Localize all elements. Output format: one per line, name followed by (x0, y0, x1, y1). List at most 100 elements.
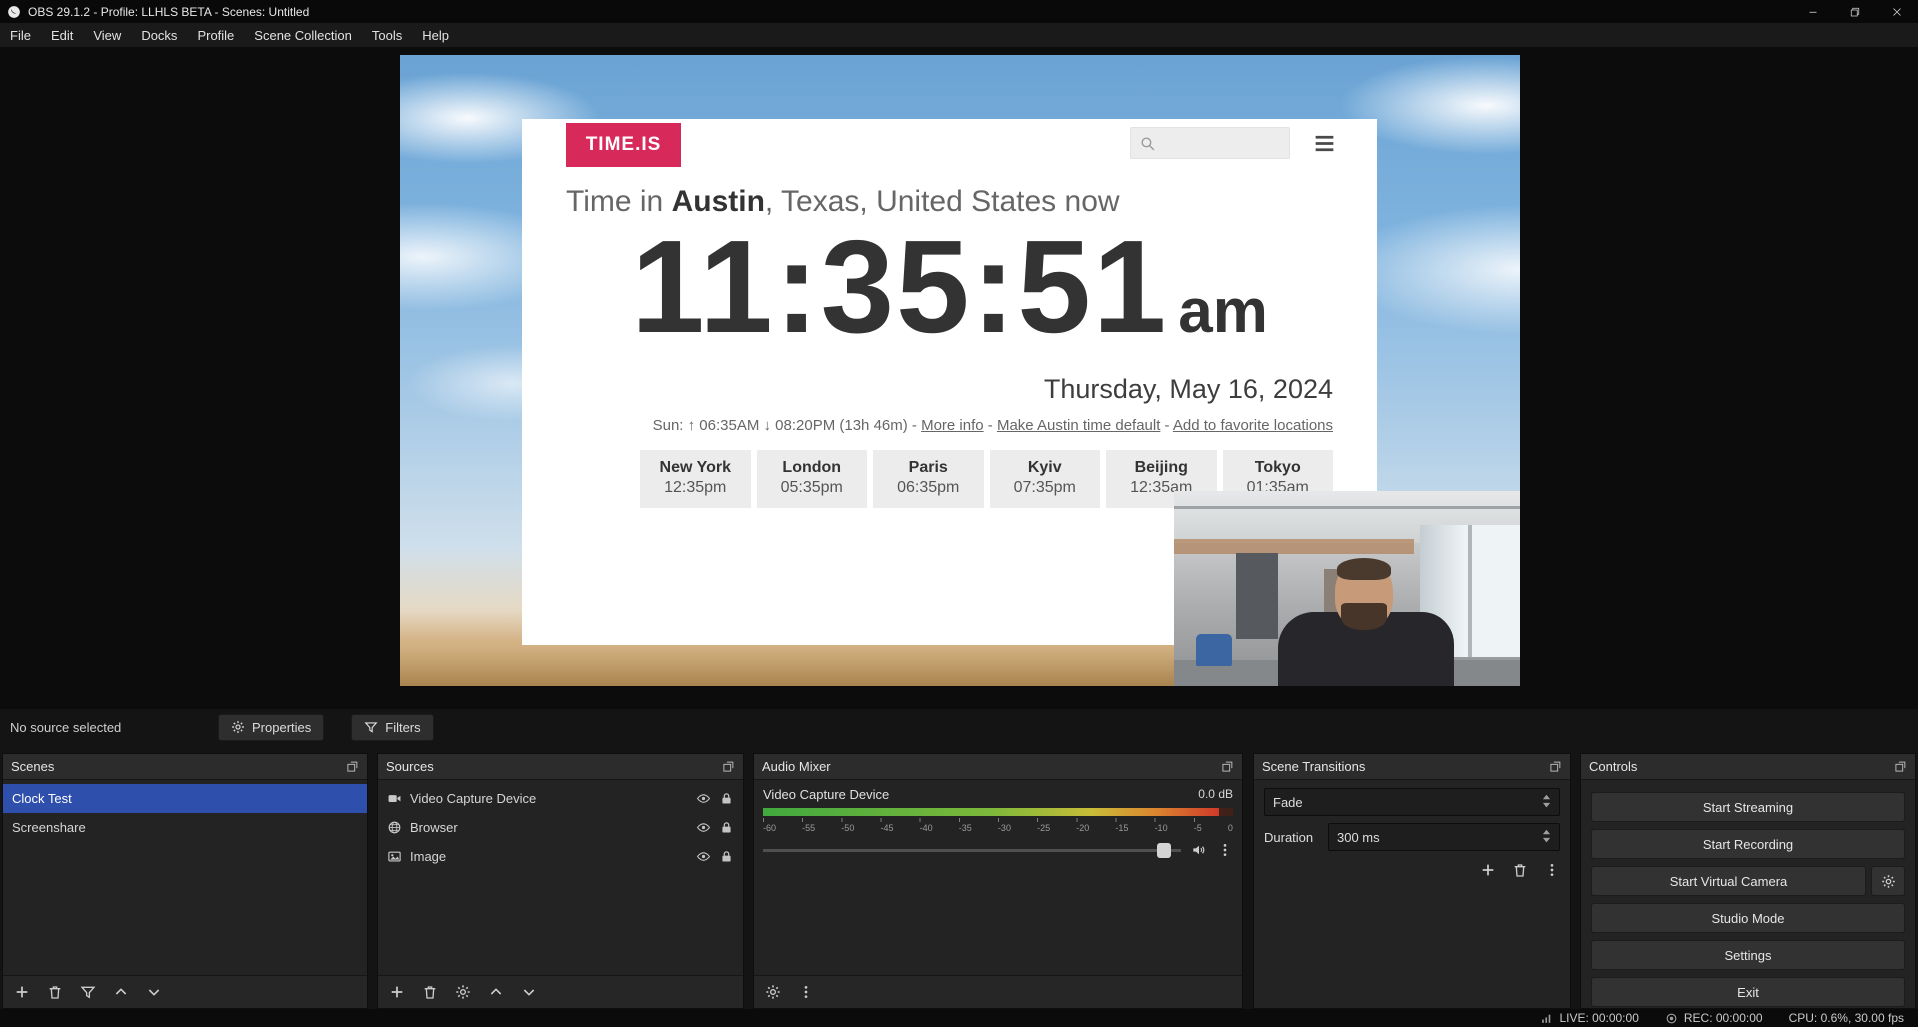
spinner-arrows-icon (1542, 793, 1551, 811)
lock-toggle-icon[interactable] (719, 849, 734, 864)
search-input (1130, 127, 1290, 159)
record-status-icon (1665, 1012, 1678, 1025)
dock-popout-icon[interactable] (722, 760, 735, 773)
transition-select[interactable]: Fade (1264, 788, 1560, 816)
city-box-new-york: New York12:35pm (640, 450, 751, 508)
menu-tools[interactable]: Tools (362, 23, 412, 47)
dock-popout-icon[interactable] (346, 760, 359, 773)
dock-popout-icon[interactable] (1221, 760, 1234, 773)
remove-transition-button[interactable] (1512, 862, 1528, 878)
add-scene-button[interactable] (14, 984, 30, 1000)
visibility-toggle-eye-icon[interactable] (696, 849, 711, 864)
start-recording-button[interactable]: Start Recording (1591, 829, 1905, 859)
studio-mode-button[interactable]: Studio Mode (1591, 903, 1905, 933)
remove-source-button[interactable] (422, 984, 438, 1000)
scene-transitions-dock-header[interactable]: Scene Transitions (1254, 754, 1570, 780)
exit-button[interactable]: Exit (1591, 977, 1905, 1007)
current-date: Thursday, May 16, 2024 (1044, 374, 1333, 405)
filter-icon (364, 720, 378, 734)
virtual-camera-config-gear-icon[interactable] (1871, 866, 1905, 896)
controls-dock-header[interactable]: Controls (1581, 754, 1915, 780)
webcam-person (1278, 534, 1454, 686)
dock-popout-icon[interactable] (1894, 760, 1907, 773)
window-controls (1792, 0, 1918, 23)
menu-view[interactable]: View (83, 23, 131, 47)
webcam-person-head (1335, 560, 1393, 628)
scenes-dock-header[interactable]: Scenes (3, 754, 367, 780)
move-scene-up-button[interactable] (113, 984, 129, 1000)
audio-level-meter-fill (763, 808, 1219, 816)
properties-button[interactable]: Properties (218, 714, 324, 741)
globe-icon (387, 820, 402, 835)
settings-button[interactable]: Settings (1591, 940, 1905, 970)
source-properties-gear-icon[interactable] (455, 984, 471, 1000)
visibility-toggle-eye-icon[interactable] (696, 820, 711, 835)
menu-help[interactable]: Help (412, 23, 459, 47)
lock-toggle-icon[interactable] (719, 791, 734, 806)
title-bar[interactable]: OBS 29.1.2 - Profile: LLHLS BETA - Scene… (0, 0, 1918, 23)
channel-options-kebab-icon[interactable] (1217, 842, 1233, 858)
speaker-icon[interactable] (1191, 842, 1207, 858)
source-item-image[interactable]: Image (378, 842, 743, 871)
mixer-options-kebab-icon[interactable] (798, 984, 814, 1000)
menu-scene-collection[interactable]: Scene Collection (244, 23, 362, 47)
mixer-channel: Video Capture Device 0.0 dB -60-55-50-45… (754, 780, 1242, 858)
menu-docks[interactable]: Docks (131, 23, 187, 47)
menu-edit[interactable]: Edit (41, 23, 83, 47)
scene-item-clock-test[interactable]: Clock Test (3, 784, 367, 813)
mixer-toolbar (754, 975, 1242, 1008)
dock-popout-icon[interactable] (1549, 760, 1562, 773)
start-virtual-camera-button[interactable]: Start Virtual Camera (1591, 866, 1866, 896)
audio-mixer-dock: Audio Mixer Video Capture Device 0.0 dB … (753, 753, 1243, 1009)
filters-button[interactable]: Filters (351, 714, 433, 741)
sources-dock: Sources Video Capture Device Browser Ima… (377, 753, 744, 1009)
meridiem: am (1178, 277, 1268, 346)
scene-filters-button[interactable] (80, 984, 96, 1000)
close-button[interactable] (1876, 0, 1918, 23)
visibility-toggle-eye-icon[interactable] (696, 791, 711, 806)
volume-slider-handle[interactable] (1157, 843, 1171, 858)
controls-dock: Controls Start Streaming Start Recording… (1580, 753, 1916, 1009)
start-streaming-button[interactable]: Start Streaming (1591, 792, 1905, 822)
webcam-overlay (1174, 491, 1520, 686)
webcam-chair (1196, 634, 1232, 666)
preview-canvas[interactable]: TIME.IS Time in Austin, Texas, United St… (0, 47, 1918, 709)
minimize-button[interactable] (1792, 0, 1834, 23)
more-info-link: More info (921, 417, 984, 434)
move-source-down-button[interactable] (521, 984, 537, 1000)
scene-transitions-dock-title: Scene Transitions (1262, 759, 1365, 774)
source-item-browser[interactable]: Browser (378, 813, 743, 842)
scene-transitions-dock: Scene Transitions Fade Duration 300 ms (1253, 753, 1571, 1009)
add-transition-button[interactable] (1480, 862, 1496, 878)
webcam-person-beard (1341, 603, 1387, 630)
status-bar: LIVE: 00:00:00 REC: 00:00:00 CPU: 0.6%, … (0, 1009, 1918, 1027)
audio-mixer-dock-header[interactable]: Audio Mixer (754, 754, 1242, 780)
scenes-list: Clock Test Screenshare (3, 780, 367, 842)
make-default-link: Make Austin time default (997, 417, 1160, 434)
move-scene-down-button[interactable] (146, 984, 162, 1000)
transition-options-kebab-icon[interactable] (1544, 862, 1560, 878)
sources-dock-title: Sources (386, 759, 434, 774)
move-source-up-button[interactable] (488, 984, 504, 1000)
city-box-london: London05:35pm (757, 450, 868, 508)
sources-list: Video Capture Device Browser Image (378, 780, 743, 871)
sources-dock-header[interactable]: Sources (378, 754, 743, 780)
menu-file[interactable]: File (0, 23, 41, 47)
program-scene[interactable]: TIME.IS Time in Austin, Texas, United St… (400, 55, 1520, 686)
duration-input[interactable]: 300 ms (1328, 823, 1560, 851)
source-item-video-capture-device[interactable]: Video Capture Device (378, 784, 743, 813)
volume-slider[interactable] (763, 849, 1181, 852)
advanced-audio-gear-icon[interactable] (765, 984, 781, 1000)
webcam-window-frame (1468, 525, 1472, 657)
add-source-button[interactable] (389, 984, 405, 1000)
scene-item-screenshare[interactable]: Screenshare (3, 813, 367, 842)
spinner-arrows-icon[interactable] (1542, 828, 1551, 846)
lock-toggle-icon[interactable] (719, 820, 734, 835)
selected-source-status: No source selected (10, 720, 218, 735)
sources-toolbar (378, 975, 743, 1008)
remove-scene-button[interactable] (47, 984, 63, 1000)
restore-button[interactable] (1834, 0, 1876, 23)
menu-profile[interactable]: Profile (187, 23, 244, 47)
city-box-paris: Paris06:35pm (873, 450, 984, 508)
source-toolbar: No source selected Properties Filters (0, 709, 1918, 745)
